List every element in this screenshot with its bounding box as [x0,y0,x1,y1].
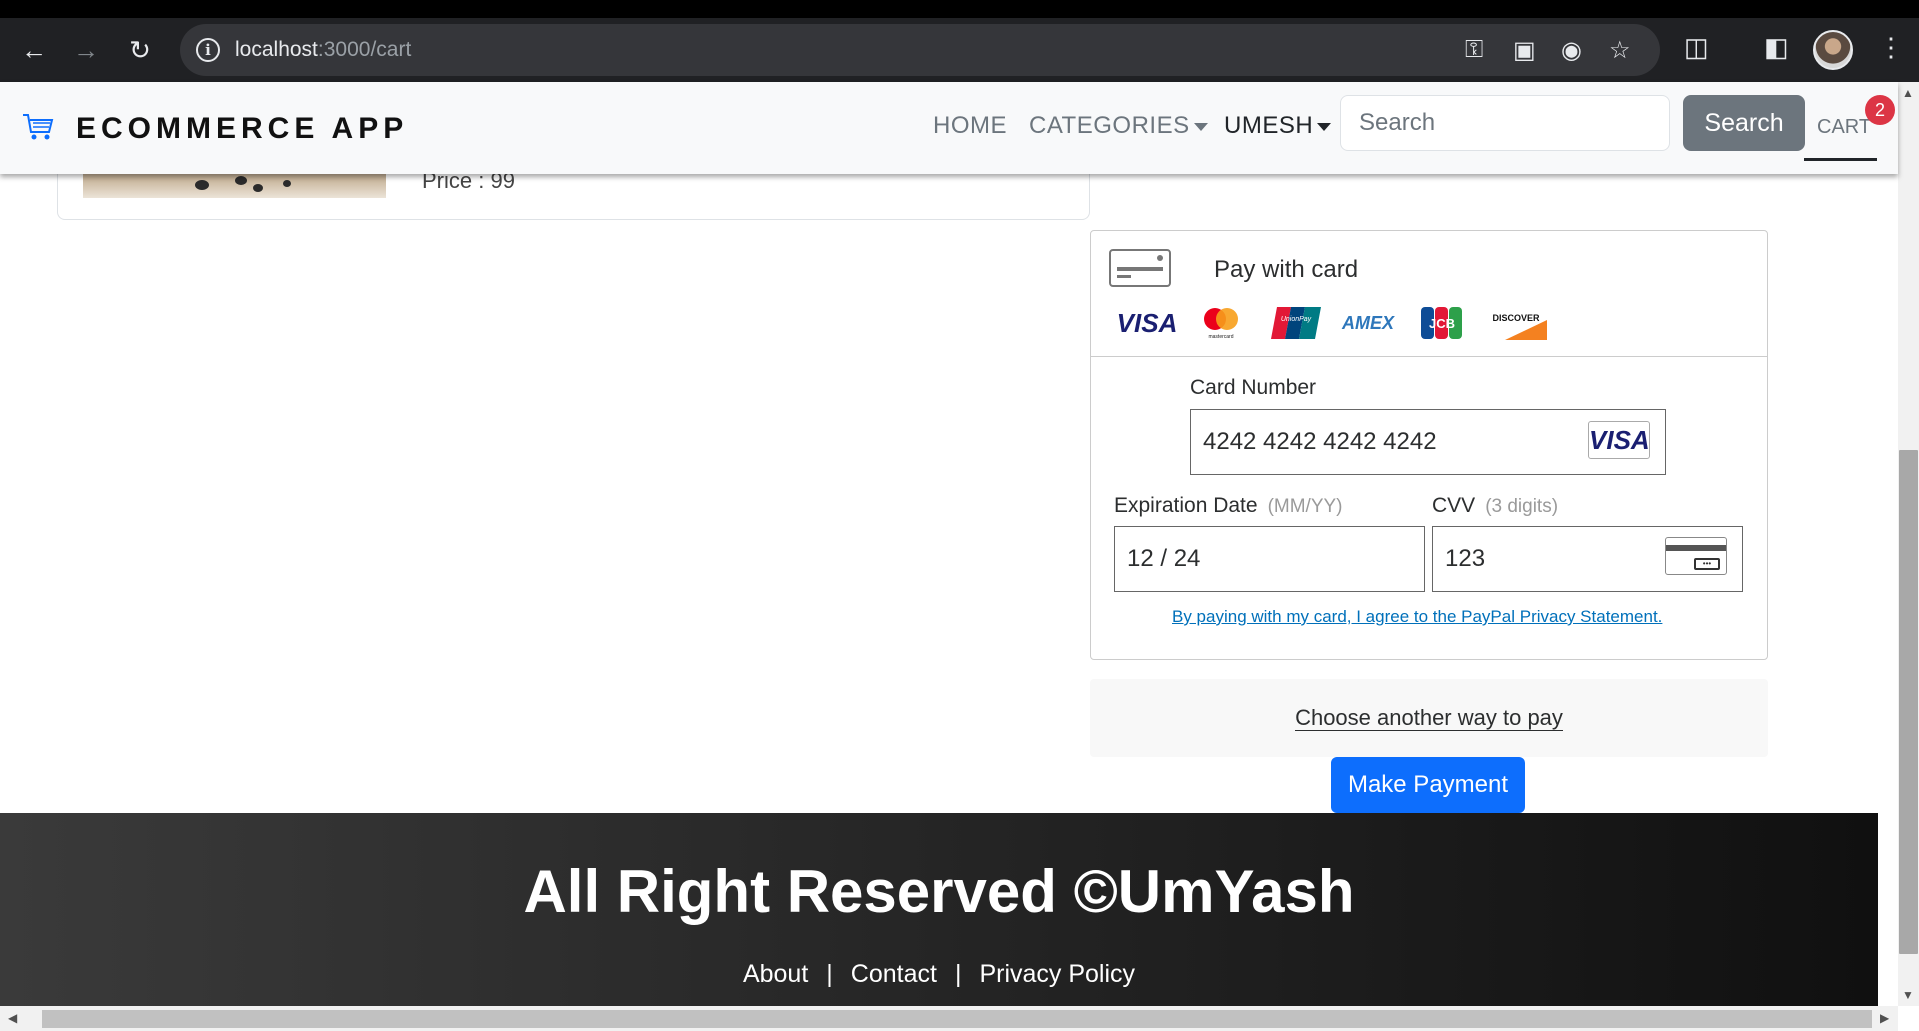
separator: | [954,960,962,988]
back-icon[interactable]: ← [16,32,52,68]
credit-card-icon [1109,249,1171,287]
expiry-label: Expiration Date (MM/YY) [1114,494,1343,517]
svg-text:mastercard: mastercard [1208,334,1233,340]
site-info-icon[interactable]: i [196,38,220,62]
alternate-payment-panel: Choose another way to pay [1090,679,1768,757]
pay-with-card-title: Pay with card [1214,256,1359,283]
svg-text:UnionPay: UnionPay [1281,316,1312,323]
separator: | [826,960,833,988]
brand-title[interactable]: ECOMMERCE APP [76,112,408,146]
discover-logo-icon: DISCOVER [1488,306,1548,340]
star-icon[interactable]: ☆ [1609,36,1631,65]
eye-off-icon[interactable]: ◉ [1561,36,1582,65]
cvv-card-icon: ••• [1665,537,1727,575]
scroll-down-icon[interactable]: ▼ [1902,988,1914,1002]
nav-home[interactable]: HOME [933,112,1007,140]
scroll-left-icon[interactable]: ◀ [8,1011,17,1025]
scroll-right-icon[interactable]: ▶ [1880,1011,1889,1025]
app-navbar: ECOMMERCE APP HOME CATEGORIES UMESH Sear… [0,82,1898,174]
browser-toolbar: ← → ↻ i localhost:3000/cart ⚿ ▣ ◉ ☆ ◫ ◧ … [0,18,1919,82]
footer-copyright: All Right Reserved ©UmYash [523,858,1355,925]
menu-kebab-icon[interactable]: ⋮ [1878,32,1904,63]
cart-count-badge: 2 [1865,95,1895,125]
extensions-icon[interactable]: ◫ [1684,32,1709,63]
divider [1091,356,1767,357]
address-bar[interactable]: i localhost:3000/cart ⚿ ▣ ◉ ☆ [180,24,1660,76]
svg-text:DISCOVER: DISCOVER [1492,313,1540,323]
nav-cart[interactable]: CART [1817,116,1871,139]
make-payment-button[interactable]: Make Payment [1331,757,1525,813]
footer-link-contact[interactable]: Contact [851,960,937,988]
key-icon[interactable]: ⚿ [1465,36,1483,64]
svg-text:JCB: JCB [1429,316,1455,331]
reload-icon[interactable]: ↻ [122,32,158,68]
install-app-icon[interactable]: ▣ [1513,36,1536,65]
nav-categories[interactable]: CATEGORIES [1029,112,1208,140]
nav-user[interactable]: UMESH [1224,112,1332,140]
expiry-input[interactable] [1114,526,1425,592]
horizontal-scrollbar-thumb[interactable] [42,1010,1872,1028]
chevron-down-icon [1193,122,1208,131]
forward-icon[interactable]: → [68,32,104,68]
vertical-scrollbar-thumb[interactable] [1899,450,1918,954]
cvv-label: CVV (3 digits) [1432,494,1559,517]
visa-logo-icon: VISA [1116,307,1178,338]
url-text[interactable]: localhost:3000/cart [235,38,411,62]
profile-avatar[interactable] [1813,30,1853,70]
cart-logo-icon [23,114,54,140]
mastercard-logo-icon: mastercard [1196,306,1246,340]
amex-logo-icon: AMEX [1341,312,1394,333]
side-panel-icon[interactable]: ◧ [1764,32,1789,63]
footer-link-about[interactable]: About [743,960,808,988]
browser-tab-strip [0,0,1919,18]
jcb-logo-icon: JCB [1420,306,1464,340]
footer: All Right Reserved ©UmYash About | Contact… [0,813,1878,1006]
choose-another-way-link[interactable]: Choose another way to pay [1090,705,1768,731]
card-number-label: Card Number [1190,376,1317,399]
active-underline [1804,158,1877,161]
chevron-down-icon [1317,122,1332,131]
search-input[interactable] [1340,95,1670,151]
footer-links: About | Contact | Privacy Policy [0,960,1878,989]
visa-detected-icon: VISA [1588,421,1650,459]
footer-link-privacy[interactable]: Privacy Policy [979,960,1135,988]
scroll-up-icon[interactable]: ▲ [1902,86,1914,100]
unionpay-logo-icon: UnionPay [1270,306,1322,340]
privacy-statement-link[interactable]: By paying with my card, I agree to the P… [1172,607,1662,627]
search-button[interactable]: Search [1683,95,1805,151]
